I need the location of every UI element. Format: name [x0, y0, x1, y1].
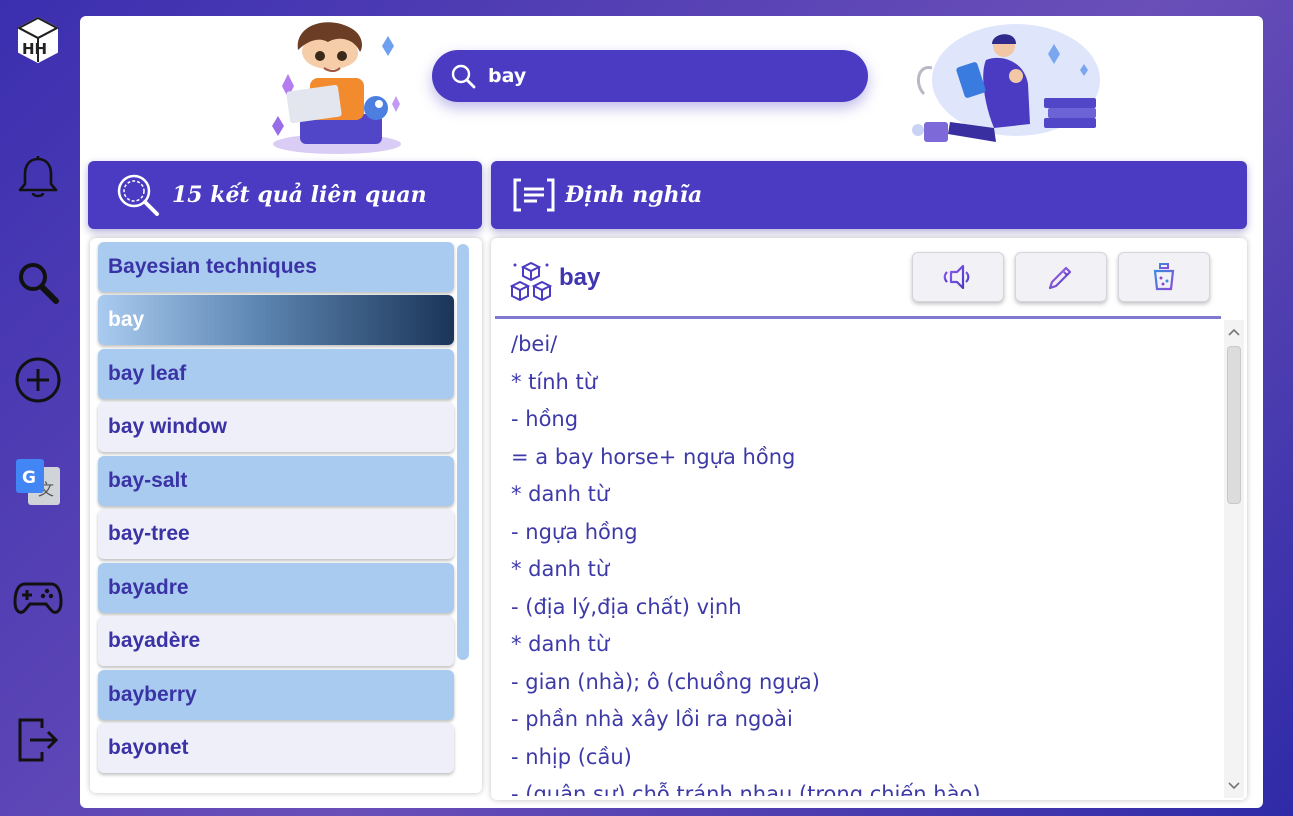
- search-icon: [19, 263, 59, 304]
- result-item-selected[interactable]: bay: [98, 295, 454, 345]
- notifications-button[interactable]: [12, 152, 64, 204]
- svg-text:G: G: [22, 468, 36, 488]
- reading-person-illustration: [912, 24, 1100, 142]
- logout-icon: [18, 718, 59, 762]
- app-logo: HH: [12, 14, 64, 66]
- result-item[interactable]: bayadre: [98, 563, 454, 613]
- hh-cube-logo-icon: HH: [16, 16, 60, 64]
- definition-panel: bay /bei/ * tính từ - hồng = a bay horse…: [491, 238, 1247, 800]
- result-item[interactable]: bay leaf: [98, 349, 454, 399]
- cubes-icon: [509, 261, 553, 302]
- add-word-button[interactable]: [12, 354, 64, 406]
- definition-line: * danh từ: [511, 557, 610, 581]
- definition-header: Định nghĩa: [491, 161, 1247, 229]
- logout-button[interactable]: [12, 714, 64, 766]
- edit-button[interactable]: [1015, 252, 1107, 302]
- definition-title: Định nghĩa: [565, 182, 703, 208]
- gamepad-icon: [13, 582, 63, 614]
- result-item[interactable]: bay-tree: [98, 509, 454, 559]
- pronunciation: /bei/: [511, 332, 558, 356]
- sidebar: HH 文 G: [0, 0, 80, 816]
- definition-line: - phần nhà xây lồi ra ngoài: [511, 707, 793, 731]
- bell-icon: [18, 156, 58, 198]
- result-item[interactable]: Bayesian techniques: [98, 242, 454, 292]
- speaker-icon: [943, 264, 970, 290]
- definition-line: - (địa lý,địa chất) vịnh: [511, 594, 742, 619]
- definition-line: * tính từ: [511, 369, 598, 394]
- scroll-down-arrow-icon[interactable]: [1224, 776, 1244, 796]
- pencil-icon: [1048, 266, 1072, 290]
- definition-line: - hồng: [511, 407, 579, 431]
- result-item[interactable]: bay-salt: [98, 456, 454, 506]
- delete-button[interactable]: [1118, 252, 1210, 302]
- search-nav-button[interactable]: [12, 256, 64, 308]
- result-item[interactable]: bayadère: [98, 616, 454, 666]
- plus-circle-icon: [15, 357, 61, 403]
- definition-line: * danh từ: [511, 632, 610, 656]
- definition-line: - ngựa hồng: [511, 519, 638, 544]
- results-count-title: 15 kết quả liên quan: [172, 182, 427, 208]
- boy-laptop-illustration: [258, 16, 416, 156]
- pronounce-button[interactable]: [912, 252, 1004, 302]
- definition-scrollbar[interactable]: [1224, 320, 1244, 798]
- results-header: 15 kết quả liên quan: [88, 161, 482, 229]
- definition-line: - nhịp (cầu): [511, 744, 632, 769]
- logo-text: HH: [22, 40, 47, 58]
- document-lines-icon: [513, 178, 555, 212]
- definition-line: - gian (nhà); ô (chuồng ngựa): [511, 669, 820, 694]
- scrollbar-thumb[interactable]: [1227, 346, 1241, 504]
- scroll-up-arrow-icon[interactable]: [1224, 322, 1244, 342]
- definition-word: bay: [559, 264, 601, 291]
- google-translate-icon: 文 G: [16, 459, 60, 505]
- definition-line: - (quân sự) chỗ tránh nhau (trong chiến …: [511, 782, 981, 796]
- result-item[interactable]: bayonet: [98, 723, 454, 773]
- translate-button[interactable]: 文 G: [12, 456, 64, 508]
- result-item[interactable]: bayberry: [98, 670, 454, 720]
- results-scrollbar[interactable]: [457, 244, 469, 660]
- results-panel: Bayesian techniques bay bay leaf bay win…: [90, 238, 482, 793]
- trash-icon: [1153, 263, 1175, 291]
- definition-line: * danh từ: [511, 482, 610, 506]
- result-item[interactable]: bay window: [98, 402, 454, 452]
- definition-text: /bei/ * tính từ - hồng = a bay horse+ ng…: [511, 326, 1211, 796]
- search-input[interactable]: [488, 65, 848, 87]
- definition-divider: [495, 316, 1221, 319]
- magnifier-icon: [117, 174, 159, 216]
- search-bar[interactable]: [432, 50, 868, 102]
- search-icon: [451, 64, 476, 89]
- games-button[interactable]: [12, 572, 64, 624]
- definition-line: = a bay horse+ ngựa hồng: [511, 444, 796, 469]
- main-content: 15 kết quả liên quan Định nghĩa Bayesian…: [80, 16, 1263, 808]
